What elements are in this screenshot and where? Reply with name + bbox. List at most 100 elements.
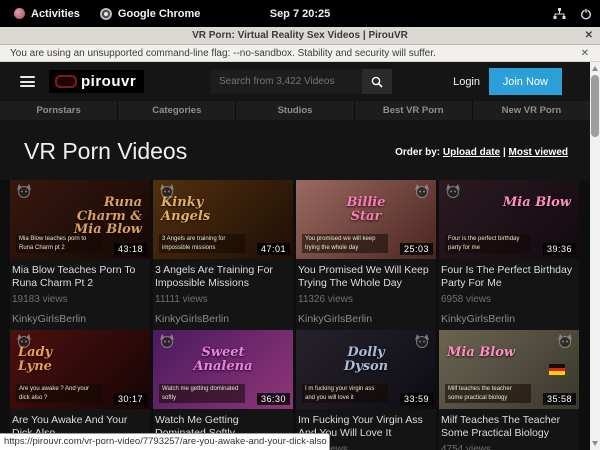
video-thumbnail[interactable]: Dolly Dyson I m fucking your virgin ass … <box>296 330 436 409</box>
video-title[interactable]: You Promised We Will Keep Trying The Who… <box>298 264 432 290</box>
scrollbar-thumb[interactable] <box>591 75 599 137</box>
status-bar-url: https://pirouvr.com/vr-porn-video/779325… <box>0 433 330 450</box>
join-now-button[interactable]: Join Now <box>489 68 562 95</box>
video-card[interactable]: Mia Blow Four is the perfect birthday pa… <box>439 180 579 330</box>
video-title[interactable]: Four Is The Perfect Birthday Party For M… <box>441 264 575 290</box>
thumbnail-caption: You promised we will keep trying the who… <box>302 234 388 253</box>
video-thumbnail[interactable]: Runa Charm & Mia Blow Mia Blow teaches p… <box>10 180 150 259</box>
video-card[interactable]: Sweet Analena Watch me getting dominated… <box>153 330 293 450</box>
distro-icon <box>14 8 25 19</box>
video-title[interactable]: 3 Angels Are Training For Impossible Mis… <box>155 264 289 290</box>
thumbnail-caption: Watch me getting dominated softly <box>159 384 245 403</box>
search-input[interactable] <box>210 69 362 94</box>
site-navbar: pirouvr Login Join Now <box>0 62 590 101</box>
thumbnail-model-name: Mia Blow <box>503 196 571 210</box>
studio-cat-mask-icon <box>414 184 430 198</box>
window-titlebar[interactable]: VR Porn: Virtual Reality Sex Videos | Pi… <box>0 27 600 45</box>
video-thumbnail[interactable]: Kinky Angels 3 Angels are training for i… <box>153 180 293 259</box>
menu-item-categories[interactable]: Categories <box>118 101 235 120</box>
video-thumbnail[interactable]: Billie Star You promised we will keep tr… <box>296 180 436 259</box>
video-grid: Runa Charm & Mia Blow Mia Blow teaches p… <box>10 180 582 450</box>
menu-item-studios[interactable]: Studios <box>236 101 353 120</box>
thumbnail-model-name: Runa Charm & Mia Blow <box>70 196 142 237</box>
infobar-message: You are using an unsupported command-lin… <box>10 48 436 59</box>
studio-link[interactable]: KinkyGirlsBerlin <box>155 313 291 325</box>
video-thumbnail[interactable]: Mia Blow Milf teaches the teacher some p… <box>439 330 579 409</box>
thumbnail-model-name: Kinky Angels <box>161 196 233 223</box>
thumbnail-caption: Are you awake ? And your dick also ? <box>16 384 102 403</box>
duration-badge: 47:01 <box>257 243 290 255</box>
order-most-viewed-link[interactable]: Most viewed <box>509 147 568 158</box>
order-upload-date-link[interactable]: Upload date <box>443 147 500 158</box>
thumbnail-caption: Four is the perfect birthday party for m… <box>445 234 531 253</box>
scrollbar-up-arrow-icon[interactable] <box>592 66 598 71</box>
video-card[interactable]: Runa Charm & Mia Blow Mia Blow teaches p… <box>10 180 150 330</box>
app-menu-label: Google Chrome <box>118 8 201 20</box>
menu-item-new-vr[interactable]: New VR Porn <box>473 101 590 120</box>
view-count: 11111 views <box>155 294 291 305</box>
desktop: Activities Google Chrome Sep 7 20:25 V <box>0 0 600 450</box>
page-title: VR Porn Videos <box>24 138 187 165</box>
menu-item-pornstars[interactable]: Pornstars <box>0 101 117 120</box>
duration-badge: 36:30 <box>257 393 290 405</box>
menu-item-best-vr[interactable]: Best VR Porn <box>355 101 472 120</box>
search-button[interactable] <box>362 69 392 94</box>
power-icon[interactable] <box>580 8 592 20</box>
view-count: 11326 views <box>298 294 434 305</box>
thumbnail-caption: I m fucking your virgin ass and you will… <box>302 384 388 403</box>
german-flag-icon <box>549 364 565 375</box>
studio-link[interactable]: KinkyGirlsBerlin <box>441 313 577 325</box>
video-thumbnail[interactable]: Sweet Analena Watch me getting dominated… <box>153 330 293 409</box>
thumbnail-caption: Milf teaches the teacher some practical … <box>445 384 531 403</box>
thumbnail-caption: 3 Angels are training for impossible mis… <box>159 234 245 253</box>
view-count: 4754 views <box>441 444 577 450</box>
window-close-icon[interactable]: ✕ <box>585 30 593 41</box>
video-card[interactable]: Dolly Dyson I m fucking your virgin ass … <box>296 330 436 450</box>
video-card[interactable]: Mia Blow Milf teaches the teacher some p… <box>439 330 579 450</box>
video-card[interactable]: Lady Lyne Are you awake ? And your dick … <box>10 330 150 450</box>
video-title[interactable]: Mia Blow Teaches Porn To Runa Charm Pt 2 <box>12 264 146 290</box>
clock[interactable]: Sep 7 20:25 <box>270 8 331 20</box>
page-header: VR Porn Videos Order by: Upload date | M… <box>0 120 590 180</box>
network-icon[interactable] <box>553 8 566 20</box>
duration-badge: 30:17 <box>114 393 147 405</box>
view-count: 6958 views <box>441 294 577 305</box>
studio-link[interactable]: KinkyGirlsBerlin <box>12 313 148 325</box>
studio-cat-mask-icon <box>414 334 430 348</box>
window-title: VR Porn: Virtual Reality Sex Videos | Pi… <box>192 30 408 41</box>
order-by-label: Order by: <box>395 147 440 158</box>
login-link[interactable]: Login <box>453 76 480 88</box>
thumbnail-model-name: Billie Star <box>330 196 402 223</box>
video-card[interactable]: Billie Star You promised we will keep tr… <box>296 180 436 330</box>
video-title[interactable]: Milf Teaches The Teacher Some Practical … <box>441 414 575 440</box>
infobar-close-icon[interactable]: ✕ <box>581 48 589 59</box>
search-icon <box>371 76 383 88</box>
order-by: Order by: Upload date | Most viewed <box>395 147 568 158</box>
video-card[interactable]: Kinky Angels 3 Angels are training for i… <box>153 180 293 330</box>
thumbnail-model-name: Dolly Dyson <box>330 346 402 373</box>
duration-badge: 33:59 <box>400 393 433 405</box>
thumbnail-model-name: Sweet Analena <box>187 346 259 373</box>
activities-button[interactable]: Activities <box>4 8 90 20</box>
thumbnail-caption: Mia Blow teaches porn to Runa Charm pt 2 <box>16 234 102 253</box>
page-scrollbar[interactable] <box>590 62 600 450</box>
chrome-icon <box>100 8 112 20</box>
video-thumbnail[interactable]: Mia Blow Four is the perfect birthday pa… <box>439 180 579 259</box>
warning-infobar: You are using an unsupported command-lin… <box>0 45 600 62</box>
video-thumbnail[interactable]: Lady Lyne Are you awake ? And your dick … <box>10 330 150 409</box>
thumbnail-model-name: Mia Blow <box>447 346 515 360</box>
category-menubar: Pornstars Categories Studios Best VR Por… <box>0 101 590 120</box>
duration-badge: 25:03 <box>400 243 433 255</box>
studio-cat-mask-icon <box>159 334 175 348</box>
scrollbar-down-arrow-icon[interactable] <box>592 441 598 446</box>
studio-link[interactable]: KinkyGirlsBerlin <box>298 313 434 325</box>
duration-badge: 35:58 <box>543 393 576 405</box>
view-count: 19183 views <box>12 294 148 305</box>
webpage: pirouvr Login Join Now Pornstars Categor… <box>0 62 600 450</box>
studio-cat-mask-icon <box>557 334 573 348</box>
duration-badge: 43:18 <box>114 243 147 255</box>
site-logo[interactable]: pirouvr <box>49 70 144 93</box>
activities-label: Activities <box>31 8 80 20</box>
app-menu-button[interactable]: Google Chrome <box>90 8 211 20</box>
hamburger-menu-icon[interactable] <box>20 76 35 87</box>
